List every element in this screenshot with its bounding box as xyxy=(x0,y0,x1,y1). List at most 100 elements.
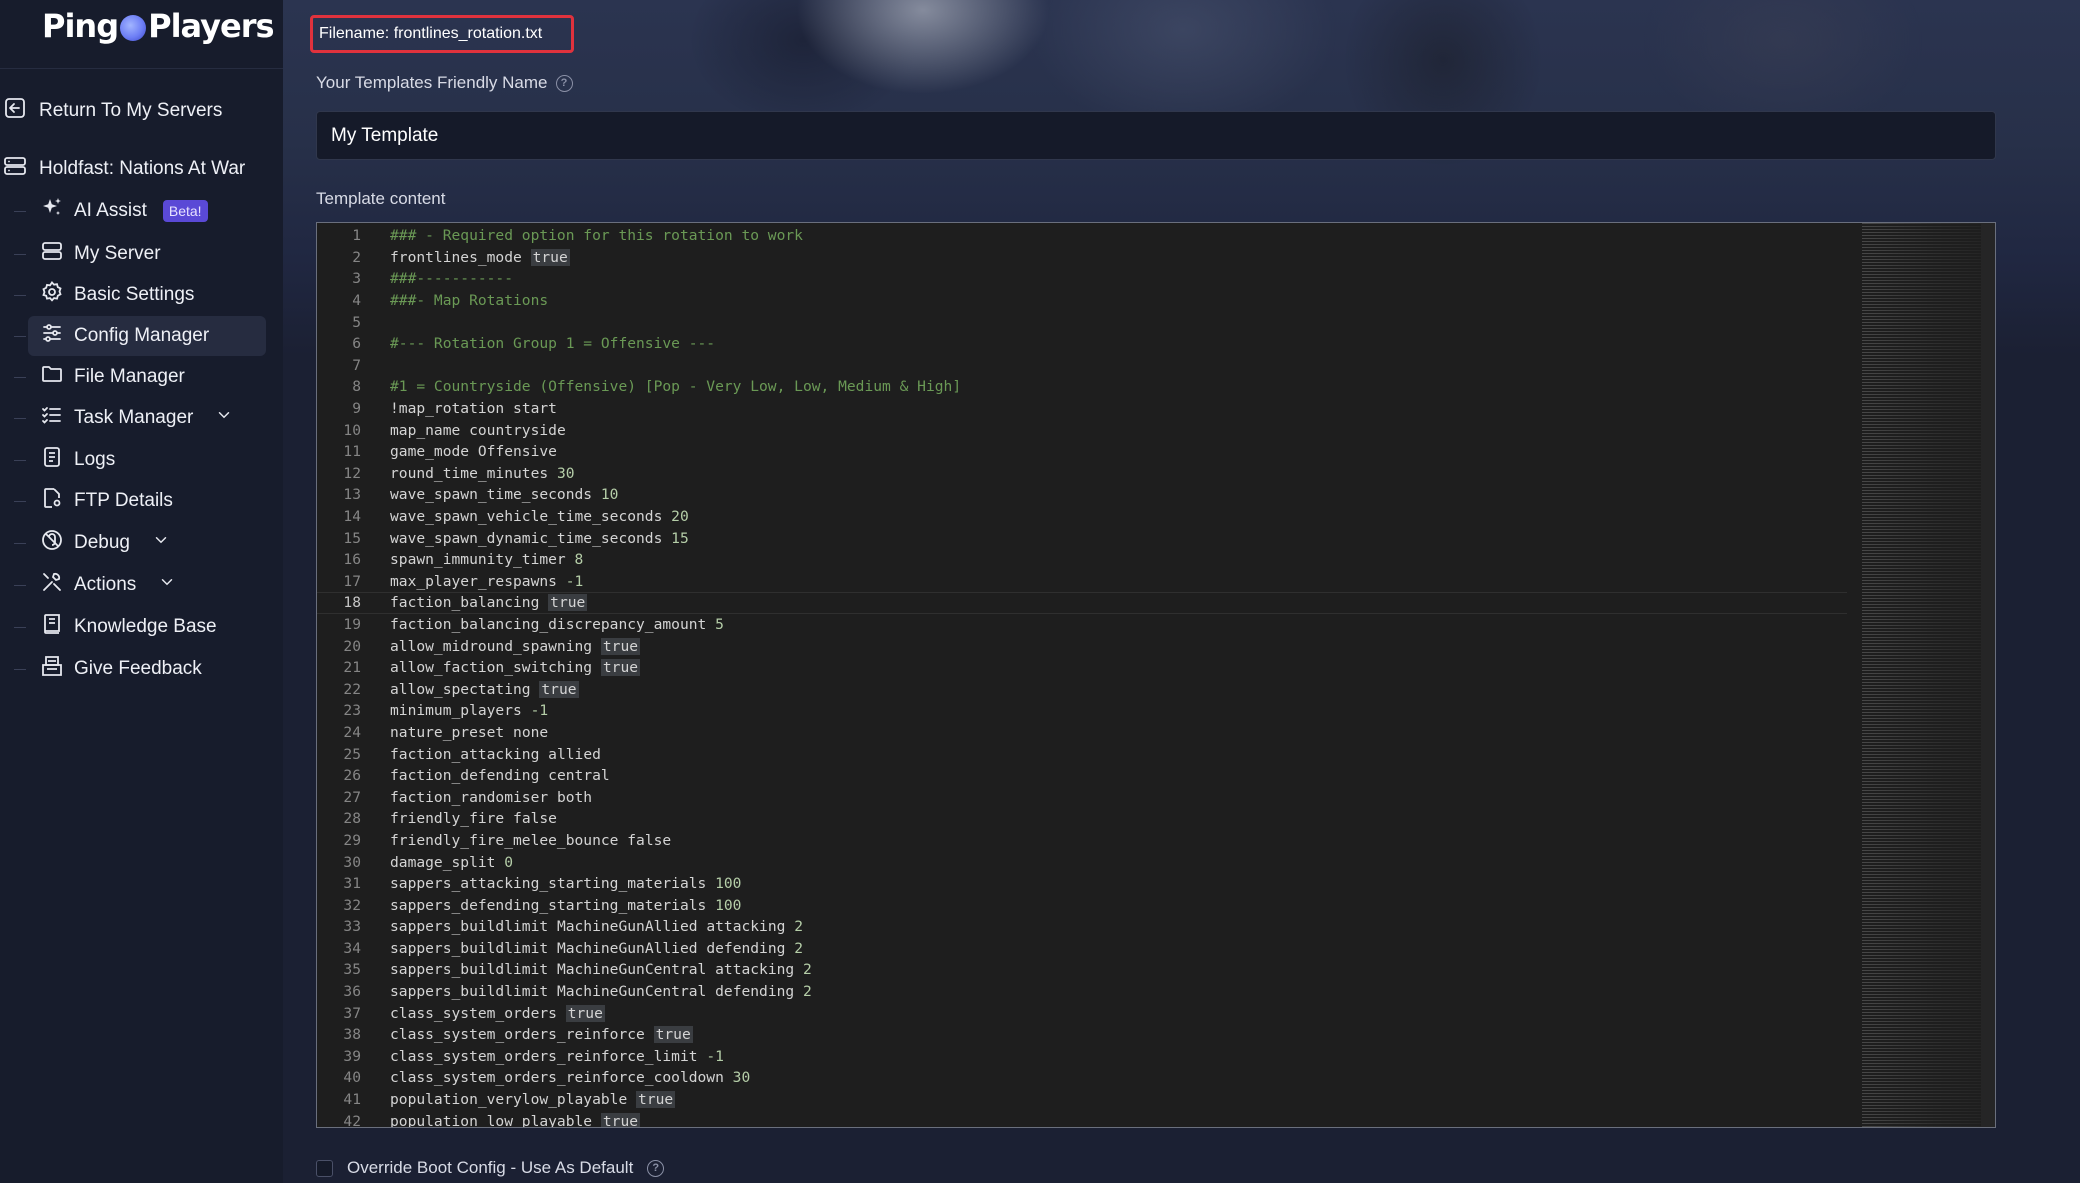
line-text: sappers_attacking_starting_materials 100 xyxy=(390,875,742,893)
line-text: game_mode Offensive xyxy=(390,443,557,461)
code-line[interactable]: 17 max_player_respawns -1 xyxy=(317,571,1847,593)
code-line[interactable]: 28 friendly_fire false xyxy=(317,808,1847,830)
code-editor[interactable]: 1 ### - Required option for this rotation… xyxy=(316,222,1996,1128)
line-number: 20 xyxy=(343,637,361,655)
code-line[interactable]: 7 xyxy=(317,355,1847,377)
code-line[interactable]: 39 class_system_orders_reinforce_limit -1 xyxy=(317,1046,1847,1068)
override-boot-config-row[interactable]: Override Boot Config - Use As Default ? xyxy=(316,1158,665,1178)
chevron-down-icon[interactable] xyxy=(146,573,176,597)
tree-connector xyxy=(14,336,26,337)
help-icon[interactable]: ? xyxy=(555,74,573,92)
code-line[interactable]: 8 #1 = Countryside (Offensive) [Pop - Ver… xyxy=(317,376,1847,398)
sidebar-item-task-manager[interactable]: Task Manager xyxy=(28,398,266,438)
friendly-name-input[interactable] xyxy=(316,111,1996,160)
sidebar: Ping Players Return To My Servers Holdfas… xyxy=(0,0,283,1183)
code-line[interactable]: 24 nature_preset none xyxy=(317,722,1847,744)
code-line[interactable]: 40 class_system_orders_reinforce_cooldown… xyxy=(317,1067,1847,1089)
line-number: 37 xyxy=(343,1004,361,1022)
code-line[interactable]: 23 minimum_players -1 xyxy=(317,700,1847,722)
sidebar-item-basic-settings[interactable]: Basic Settings xyxy=(28,275,266,315)
code-line[interactable]: 38 class_system_orders_reinforce true xyxy=(317,1024,1847,1046)
chevron-down-icon[interactable] xyxy=(203,406,233,430)
code-line[interactable]: 4 ###- Map Rotations xyxy=(317,290,1847,312)
code-line[interactable]: 12 round_time_minutes 30 xyxy=(317,463,1847,485)
code-line[interactable]: 21 allow_faction_switching true xyxy=(317,657,1847,679)
sidebar-item-logs[interactable]: Logs xyxy=(28,440,266,480)
line-number: 7 xyxy=(352,356,361,374)
sidebar-item-my-server[interactable]: My Server xyxy=(28,234,266,274)
code-line[interactable]: 15 wave_spawn_dynamic_time_seconds 15 xyxy=(317,527,1847,549)
override-checkbox[interactable] xyxy=(316,1159,333,1177)
code-line[interactable]: 10 map_name countryside xyxy=(317,419,1847,441)
line-number: 5 xyxy=(352,313,361,331)
code-line[interactable]: 22 allow_spectating true xyxy=(317,678,1847,700)
code-line[interactable]: 2 frontlines_mode true xyxy=(317,247,1847,269)
return-to-servers-link[interactable]: Return To My Servers xyxy=(0,96,222,126)
code-line[interactable]: 36 sappers_buildlimit MachineGunCentral d… xyxy=(317,981,1847,1003)
server-heading[interactable]: Holdfast: Nations At War xyxy=(0,154,245,184)
line-text: faction_balancing true xyxy=(390,594,588,612)
sidebar-item-debug[interactable]: Debug xyxy=(28,523,266,563)
sidebar-item-label: Basic Settings xyxy=(74,284,195,305)
code-line[interactable]: 25 faction_attacking allied xyxy=(317,743,1847,765)
editor-scrollbar[interactable] xyxy=(1981,223,1995,1127)
code-line[interactable]: 6 #--- Rotation Group 1 = Offensive --- xyxy=(317,333,1847,355)
code-line[interactable]: 32 sappers_defending_starting_materials 1… xyxy=(317,894,1847,916)
code-line[interactable]: 27 faction_randomiser both xyxy=(317,786,1847,808)
code-line[interactable]: 11 game_mode Offensive xyxy=(317,441,1847,463)
line-number: 39 xyxy=(343,1047,361,1065)
line-text: wave_spawn_time_seconds 10 xyxy=(390,486,619,504)
sidebar-item-label: Logs xyxy=(74,449,116,470)
line-number: 41 xyxy=(343,1091,361,1109)
line-number: 35 xyxy=(343,961,361,979)
code-line[interactable]: 5 xyxy=(317,311,1847,333)
line-number: 33 xyxy=(343,918,361,936)
pingplayers-logo[interactable]: Ping Players xyxy=(42,6,275,46)
sidebar-item-ai-assist[interactable]: AI Assist Beta! xyxy=(28,191,266,231)
sidebar-item-give-feedback[interactable]: Give Feedback xyxy=(28,649,266,689)
code-line[interactable]: 26 faction_defending central xyxy=(317,765,1847,787)
code-line[interactable]: 30 damage_split 0 xyxy=(317,851,1847,873)
sidebar-item-label: Knowledge Base xyxy=(74,616,217,637)
sidebar-item-label: Give Feedback xyxy=(74,658,202,679)
line-number: 28 xyxy=(343,810,361,828)
filename-text: Filename: frontlines_rotation.txt xyxy=(319,25,543,42)
tree-connector xyxy=(14,669,26,670)
code-line[interactable]: 1 ### - Required option for this rotation… xyxy=(317,225,1847,247)
tree-connector xyxy=(14,295,26,296)
code-line[interactable]: 41 population_verylow_playable true xyxy=(317,1089,1847,1111)
tree-connector xyxy=(14,254,26,255)
folder-icon xyxy=(40,362,64,392)
code-line[interactable]: 14 wave_spawn_vehicle_time_seconds 20 xyxy=(317,506,1847,528)
help-icon[interactable]: ? xyxy=(647,1159,665,1177)
code-line[interactable]: 33 sappers_buildlimit MachineGunAllied at… xyxy=(317,916,1847,938)
line-text: damage_split 0 xyxy=(390,853,514,871)
code-line[interactable]: 16 spawn_immunity_timer 8 xyxy=(317,549,1847,571)
code-line[interactable]: 9 !map_rotation start xyxy=(317,398,1847,420)
code-line[interactable]: 18 faction_balancing true xyxy=(317,592,1847,614)
template-content-label: Template content xyxy=(316,189,446,208)
sidebar-item-ftp-details[interactable]: FTP Details xyxy=(28,481,266,521)
sidebar-item-knowledge-base[interactable]: Knowledge Base xyxy=(28,607,266,647)
line-number: 42 xyxy=(343,1112,361,1128)
line-number: 1 xyxy=(352,227,361,245)
line-number: 27 xyxy=(343,788,361,806)
line-number: 9 xyxy=(352,400,361,418)
sidebar-item-actions[interactable]: Actions xyxy=(28,565,266,605)
code-line[interactable]: 19 faction_balancing_discrepancy_amount 5 xyxy=(317,614,1847,636)
code-line[interactable]: 42 population_low_playable true xyxy=(317,1110,1847,1128)
tree-connector xyxy=(14,627,26,628)
chevron-down-icon[interactable] xyxy=(140,531,170,555)
code-line[interactable]: 37 class_system_orders true xyxy=(317,1002,1847,1024)
code-line[interactable]: 34 sappers_buildlimit MachineGunAllied de… xyxy=(317,938,1847,960)
code-line[interactable]: 3 ###----------- xyxy=(317,268,1847,290)
sidebar-item-config-manager[interactable]: Config Manager xyxy=(28,316,266,356)
code-line[interactable]: 31 sappers_attacking_starting_materials 1… xyxy=(317,873,1847,895)
code-line[interactable]: 29 friendly_fire_melee_bounce false xyxy=(317,830,1847,852)
code-line[interactable]: 13 wave_spawn_time_seconds 10 xyxy=(317,484,1847,506)
line-number: 36 xyxy=(343,983,361,1001)
code-line[interactable]: 20 allow_midround_spawning true xyxy=(317,635,1847,657)
sidebar-item-file-manager[interactable]: File Manager xyxy=(28,357,266,397)
code-line[interactable]: 35 sappers_buildlimit MachineGunCentral a… xyxy=(317,959,1847,981)
line-text: nature_preset none xyxy=(390,723,549,741)
